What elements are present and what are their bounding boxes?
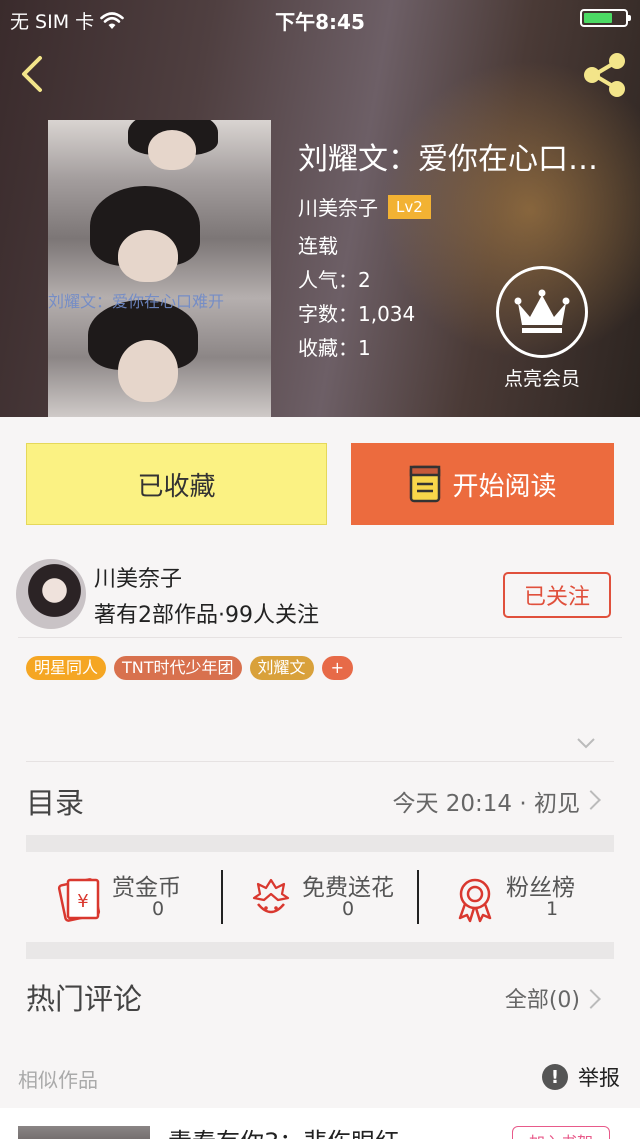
avatar[interactable]	[16, 559, 86, 629]
report-button[interactable]: ! 举报	[542, 1062, 620, 1092]
similar-book-item[interactable]: 青春有你3：悲伤眼红 加入书架	[0, 1108, 640, 1139]
vip-button[interactable]: 点亮会员	[492, 266, 592, 391]
stats-bar: ¥ 赏金币 0 免费送花 0 粉丝榜 1	[26, 852, 614, 942]
tag-item[interactable]: TNT时代少年团	[114, 656, 242, 680]
book-cover[interactable]: 刘耀文：爱你在心口难开	[48, 120, 271, 417]
vip-label: 点亮会员	[503, 368, 580, 390]
comments-label: 热门评论	[26, 982, 143, 1016]
tag-item[interactable]: 刘耀文	[249, 656, 314, 680]
stat-value: 1	[545, 898, 559, 920]
tag-list: 明星同人 TNT时代少年团 刘耀文 +	[26, 656, 353, 680]
section-separator	[26, 942, 614, 959]
ribbon-medal-icon	[458, 878, 492, 923]
latest-chapter: 今天 20:14 · 初见	[392, 791, 580, 817]
book-status: 连载	[298, 234, 338, 258]
author-name: 川美奈子	[94, 567, 183, 592]
hot-comments-row[interactable]: 热门评论 全部(0)	[26, 960, 614, 1032]
start-reading-button[interactable]: 开始阅读	[351, 443, 614, 525]
similar-book-title: 青春有你3：悲伤眼红	[168, 1122, 399, 1139]
level-badge: Lv2	[388, 194, 431, 219]
status-time: 下午8:45	[275, 10, 365, 34]
stat-value: 0	[151, 898, 165, 920]
back-button[interactable]	[14, 52, 54, 96]
alert-icon: !	[542, 1064, 568, 1090]
follow-button[interactable]: 已关注	[503, 572, 611, 618]
share-icon	[584, 53, 625, 97]
author-row[interactable]: 川美奈子 著有2部作品·99人关注 已关注	[0, 555, 640, 637]
fan-ranking-stat[interactable]: 粉丝榜 1	[450, 852, 610, 942]
similar-works-label: 相似作品	[18, 1068, 98, 1092]
share-button[interactable]	[580, 50, 630, 100]
chevron-down-icon[interactable]	[576, 736, 596, 750]
author-stats: 著有2部作品·99人关注	[94, 603, 319, 628]
cover-watermark: 刘耀文：爱你在心口难开	[48, 292, 225, 311]
book-icon	[410, 465, 441, 503]
reward-coin-icon: ¥	[57, 878, 101, 922]
tag-item[interactable]: 明星同人	[26, 656, 107, 680]
add-tag-button[interactable]: +	[321, 656, 353, 680]
table-of-contents-row[interactable]: 目录 今天 20:14 · 初见	[26, 762, 614, 834]
flower-icon	[252, 878, 290, 914]
stat-value: 0	[341, 898, 355, 920]
stat-title: 粉丝榜	[506, 875, 575, 901]
status-bar: 无 SIM 卡 下午8:45	[0, 0, 640, 36]
toc-label: 目录	[26, 786, 85, 820]
divider	[18, 637, 622, 638]
add-to-shelf-button[interactable]: 加入书架	[512, 1126, 610, 1139]
collect-button[interactable]: 已收藏	[26, 443, 327, 525]
start-reading-label: 开始阅读	[452, 471, 557, 502]
divider	[417, 870, 419, 924]
reward-coin-stat[interactable]: ¥ 赏金币 0	[56, 852, 226, 942]
all-comments-link[interactable]: 全部(0)	[505, 982, 580, 1014]
stat-title: 免费送花	[302, 875, 394, 901]
similar-book-cover[interactable]	[18, 1126, 150, 1139]
chevron-right-icon	[581, 790, 601, 810]
stat-title: 赏金币	[112, 875, 181, 901]
section-separator	[26, 835, 614, 852]
svg-text:¥: ¥	[77, 891, 88, 912]
chevron-left-icon	[22, 56, 42, 92]
book-title: 刘耀文：爱你在心口…	[298, 142, 598, 177]
report-label: 举报	[578, 1066, 620, 1090]
battery-icon	[580, 9, 631, 27]
chevron-right-icon	[581, 989, 601, 1009]
divider	[221, 870, 223, 924]
book-author[interactable]: 川美奈子	[298, 192, 378, 221]
crown-icon	[514, 289, 570, 333]
free-flower-stat[interactable]: 免费送花 0	[246, 852, 426, 942]
